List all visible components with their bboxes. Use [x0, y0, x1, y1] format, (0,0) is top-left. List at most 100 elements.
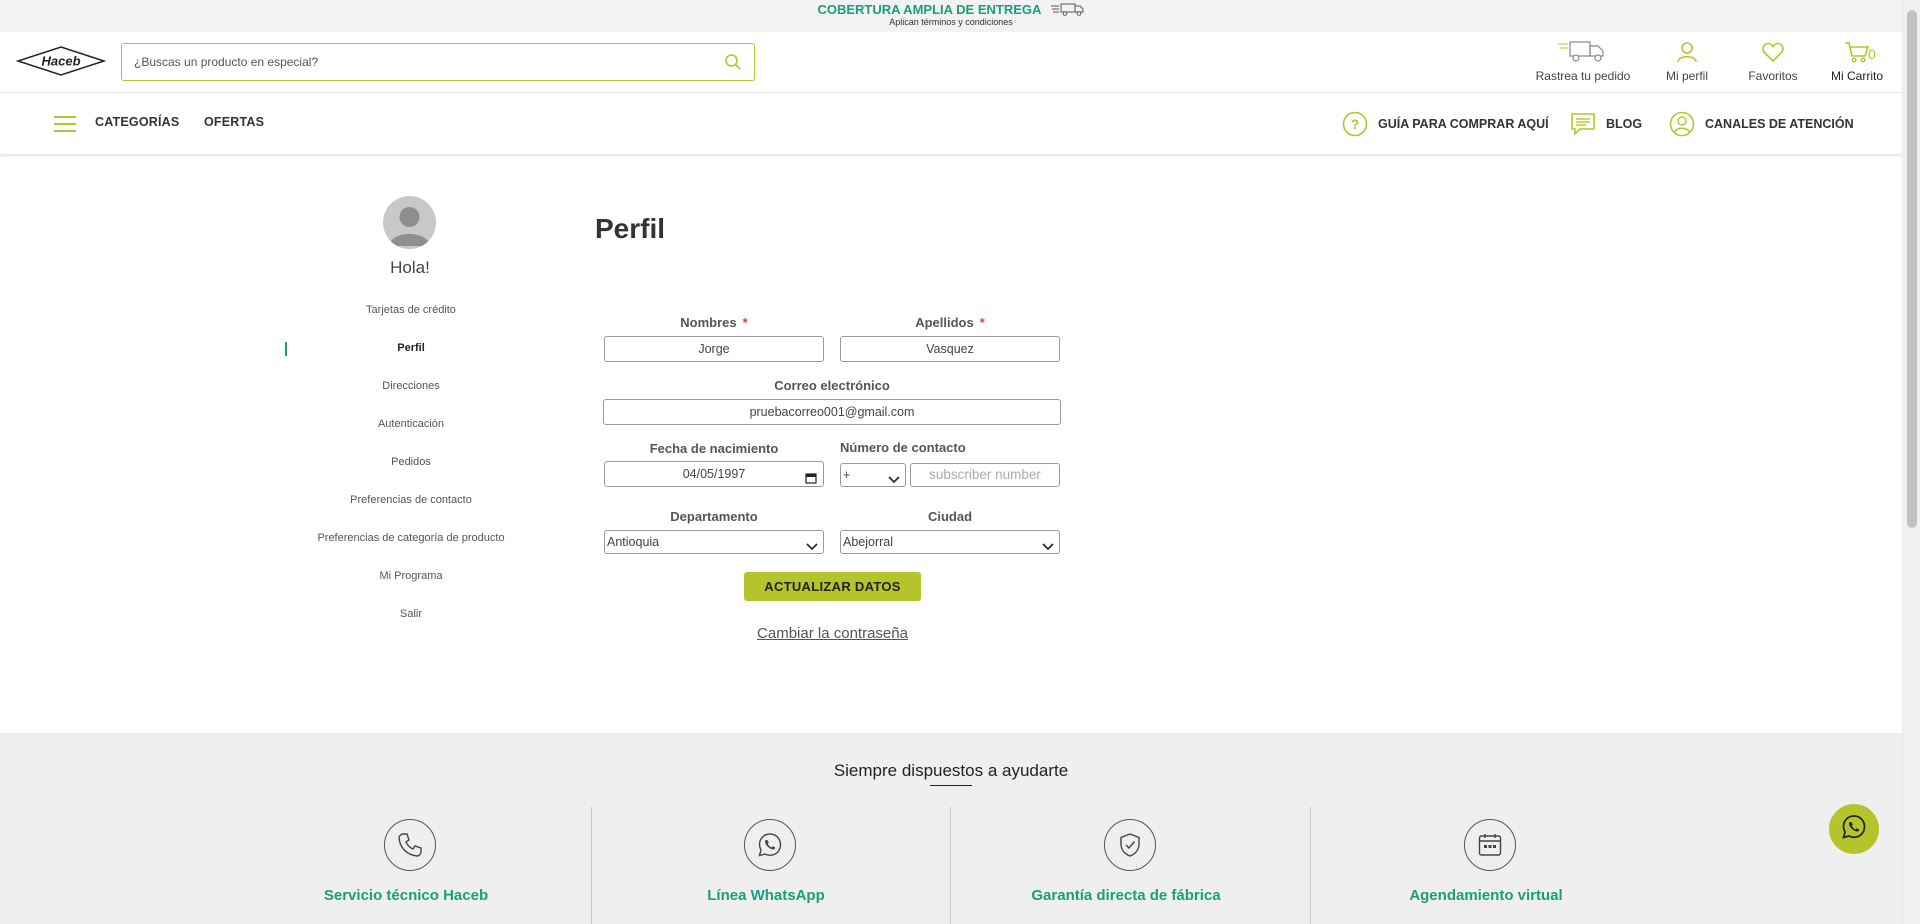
- help-item-label: Garantía directa de fábrica: [1031, 887, 1221, 904]
- change-password-link[interactable]: Cambiar la contraseña: [740, 625, 925, 642]
- user-icon: [1675, 42, 1699, 67]
- update-data-button[interactable]: ACTUALIZAR DATOS: [744, 572, 921, 601]
- menu-item-label: Pedidos: [391, 456, 431, 468]
- phone-icon: [384, 819, 436, 871]
- phone-prefix-value: +: [843, 468, 851, 482]
- help-item-virtual-scheduling[interactable]: Agendamiento virtual: [1306, 807, 1666, 924]
- nav-service-channels[interactable]: CANALES DE ATENCIÓN: [1669, 109, 1854, 139]
- banner-title: COBERTURA AMPLIA DE ENTREGA: [817, 2, 1041, 17]
- cart-label: Mi Carrito: [1830, 69, 1883, 83]
- menu-item-label: Direcciones: [382, 380, 440, 392]
- truck-icon: [1558, 41, 1608, 67]
- menu-addresses[interactable]: Direcciones: [281, 371, 541, 409]
- search-box[interactable]: [121, 43, 755, 81]
- track-order-label: Rastrea tu pedido: [1535, 69, 1631, 83]
- help-item-label: Línea WhatsApp: [707, 887, 825, 904]
- department-select[interactable]: Antioquia: [604, 530, 824, 554]
- logo-text: Haceb: [41, 54, 80, 69]
- whatsapp-chat-button[interactable]: [1829, 804, 1879, 854]
- email-label: Correo electrónico: [774, 378, 890, 393]
- menu-contact-preferences[interactable]: Preferencias de contacto: [281, 485, 541, 523]
- message-icon: [1570, 111, 1596, 137]
- scrollbar-thumb[interactable]: [1907, 10, 1917, 528]
- nav-offers[interactable]: OFERTAS: [204, 115, 264, 129]
- hamburger-menu-icon[interactable]: [54, 115, 76, 138]
- my-profile-label: Mi perfil: [1665, 69, 1708, 83]
- city-select[interactable]: Abejorral: [840, 530, 1060, 554]
- greeting: Hola!: [390, 258, 430, 277]
- chevron-down-icon: [1042, 537, 1054, 559]
- cart-icon: [1844, 42, 1870, 67]
- phone-number-input[interactable]: subscriber number: [910, 463, 1060, 487]
- active-marker: [285, 342, 287, 356]
- delivery-banner[interactable]: COBERTURA AMPLIA DE ENTREGA Aplican térm…: [0, 0, 1902, 32]
- last-name-label: Apellidos *: [840, 315, 1060, 330]
- first-name-label-text: Nombres: [680, 315, 737, 330]
- required-mark: *: [979, 315, 985, 330]
- question-circle-icon: ?: [1342, 111, 1368, 137]
- chevron-down-icon: [806, 537, 818, 559]
- search-icon[interactable]: [724, 53, 742, 76]
- svg-text:?: ?: [1351, 116, 1360, 132]
- cart-count-badge: 0: [1868, 46, 1876, 62]
- phone-label: Número de contacto: [840, 440, 966, 455]
- heart-icon: [1761, 42, 1785, 67]
- my-profile-link[interactable]: Mi perfil: [1652, 40, 1722, 83]
- menu-my-program[interactable]: Mi Programa: [281, 561, 541, 599]
- nav-blog[interactable]: BLOG: [1570, 109, 1642, 139]
- nav-blog-label: BLOG: [1606, 117, 1643, 131]
- page-scrollbar[interactable]: [1902, 0, 1920, 924]
- calendar-picker-icon[interactable]: [805, 468, 817, 492]
- help-item-label: Servicio técnico Haceb: [323, 887, 489, 904]
- help-item-whatsapp[interactable]: Línea WhatsApp: [586, 807, 946, 924]
- calendar-icon: [1464, 819, 1516, 871]
- menu-item-label: Salir: [399, 608, 422, 620]
- menu-item-label: Tarjetas de crédito: [366, 304, 456, 316]
- favorites-link[interactable]: Favoritos: [1740, 40, 1806, 83]
- category-nav: CATEGORÍAS OFERTAS ? GUÍA PARA COMPRAR A…: [0, 92, 1902, 154]
- birth-date-input[interactable]: 04/05/1997: [604, 461, 824, 487]
- phone-prefix-select[interactable]: +: [840, 463, 906, 487]
- track-order-link[interactable]: Rastrea tu pedido: [1528, 40, 1638, 83]
- last-name-input[interactable]: Vasquez: [840, 336, 1060, 362]
- help-item-label: Agendamiento virtual: [1409, 887, 1563, 904]
- main-header: Haceb Rastrea tu pedido: [0, 32, 1902, 92]
- menu-category-preferences[interactable]: Preferencias de categoría de producto: [281, 523, 541, 561]
- page-title: Perfil: [595, 213, 666, 244]
- nav-service-channels-label: CANALES DE ATENCIÓN: [1705, 117, 1854, 131]
- birth-date-value: 04/05/1997: [682, 467, 746, 481]
- whatsapp-icon: [744, 819, 796, 871]
- user-circle-icon: [1669, 111, 1695, 137]
- menu-item-label: Autenticación: [377, 418, 445, 430]
- first-name-label: Nombres *: [604, 315, 824, 330]
- last-name-label-text: Apellidos: [915, 315, 974, 330]
- menu-item-label: Mi Programa: [379, 570, 443, 582]
- city-value: Abejorral: [843, 535, 894, 549]
- help-title: Siempre dispuestos a ayudarte: [833, 761, 1069, 780]
- menu-authentication[interactable]: Autenticación: [281, 409, 541, 447]
- banner-subtitle: Aplican términos y condiciones: [889, 17, 1013, 27]
- menu-item-label: Perfil: [397, 342, 425, 354]
- nav-buying-guide[interactable]: ? GUÍA PARA COMPRAR AQUÍ: [1342, 109, 1549, 139]
- cart-link[interactable]: 0 Mi Carrito: [1822, 40, 1892, 83]
- email-field[interactable]: pruebacorreo001@gmail.com: [603, 399, 1061, 425]
- search-input[interactable]: [122, 44, 702, 80]
- menu-orders[interactable]: Pedidos: [281, 447, 541, 485]
- chevron-down-icon: [888, 470, 900, 492]
- menu-profile[interactable]: Perfil: [281, 333, 541, 371]
- account-menu: Tarjetas de crédito Perfil Direcciones A…: [281, 295, 541, 637]
- haceb-logo[interactable]: Haceb: [15, 45, 107, 77]
- department-label: Departamento: [670, 509, 758, 524]
- help-section: Siempre dispuestos a ayudarte Servicio t…: [0, 733, 1902, 924]
- favorites-label: Favoritos: [1748, 69, 1798, 83]
- nav-categories[interactable]: CATEGORÍAS: [95, 115, 179, 129]
- first-name-input[interactable]: Jorge: [604, 336, 824, 362]
- birth-date-label: Fecha de nacimiento: [649, 441, 779, 456]
- menu-logout[interactable]: Salir: [281, 599, 541, 637]
- help-item-warranty[interactable]: Garantía directa de fábrica: [946, 807, 1306, 924]
- required-mark: *: [742, 315, 748, 330]
- menu-credit-cards[interactable]: Tarjetas de crédito: [281, 295, 541, 333]
- help-item-technical-service[interactable]: Servicio técnico Haceb: [226, 807, 586, 924]
- shield-check-icon: [1104, 819, 1156, 871]
- menu-item-label: Preferencias de categoría de producto: [317, 532, 505, 544]
